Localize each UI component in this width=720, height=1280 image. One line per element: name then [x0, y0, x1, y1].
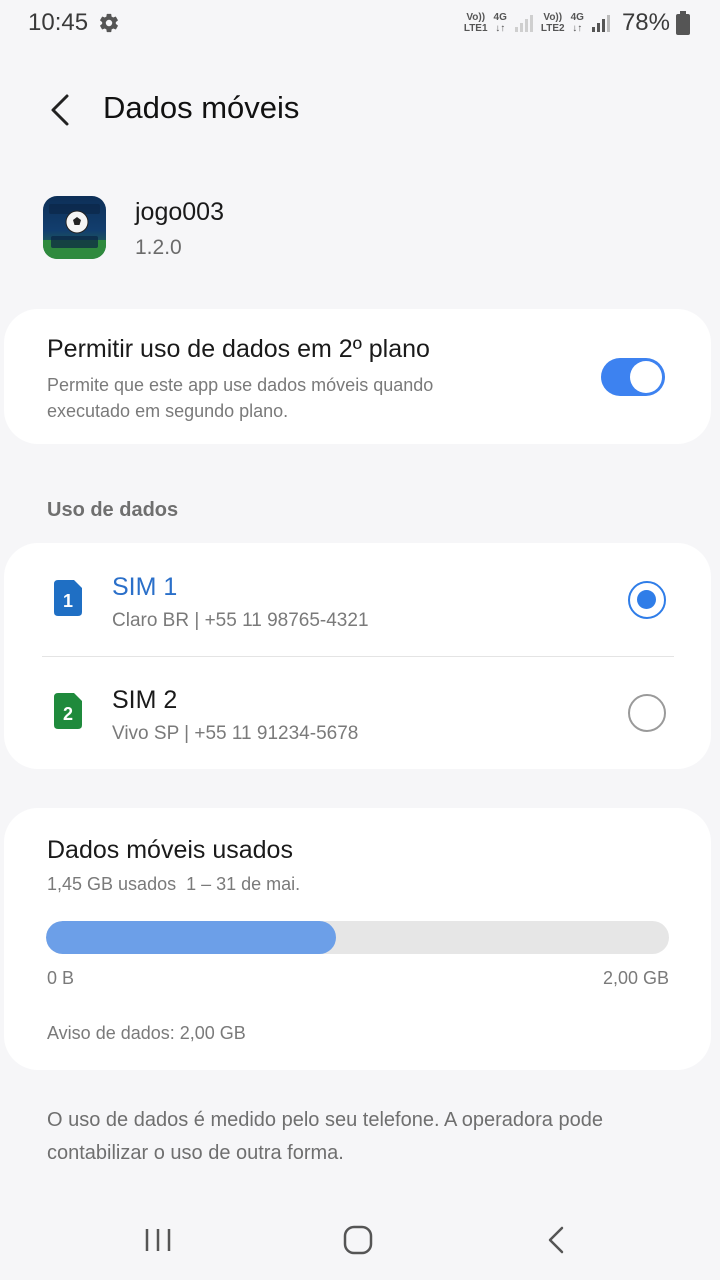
data-usage-card[interactable]: Dados móveis usados 1,45 GB usados 1 – 3… [4, 808, 711, 1070]
background-data-title: Permitir uso de dados em 2º plano [47, 335, 430, 363]
sim-details: Vivo SP | +55 11 91234-5678 [112, 723, 359, 744]
app-bar: Dados móveis [0, 80, 720, 140]
data-warning-label: Aviso de dados: 2,00 GB [47, 1023, 246, 1043]
battery-percentage: 78% [621, 9, 670, 36]
sim2-network-indicator: 4G ↓↑ [570, 12, 584, 34]
home-icon [343, 1225, 373, 1255]
sim-name: SIM 1 [112, 573, 178, 601]
sim-2-radio[interactable] [628, 694, 666, 732]
app-name: jogo003 [135, 198, 224, 226]
sim2-volte-indicator: Vo)) LTE2 [540, 12, 565, 34]
app-version: 1.2.0 [135, 236, 182, 259]
app-icon [43, 196, 106, 259]
sim-details: Claro BR | +55 11 98765-4321 [112, 610, 369, 631]
signal-strong-icon [591, 15, 610, 32]
usage-min-label: 0 B [47, 968, 75, 988]
sim-card-icon: 1 [54, 580, 82, 616]
background-data-card[interactable]: Permitir uso de dados em 2º plano Permit… [4, 309, 711, 444]
back-icon [548, 1226, 564, 1254]
app-info: jogo003 1.2.0 [43, 196, 683, 266]
sim-1-radio[interactable] [628, 581, 666, 619]
sim-name: SIM 2 [112, 686, 178, 714]
background-data-description: Permite que este app use dados móveis qu… [47, 375, 434, 421]
chevron-left-icon [51, 94, 69, 126]
sim1-volte-indicator: Vo)) LTE1 [463, 12, 488, 34]
signal-weak-icon [514, 15, 533, 32]
usage-period: 1 – 31 de mai. [186, 874, 301, 894]
usage-amount: 1,45 GB usados [47, 874, 177, 894]
svg-text:1: 1 [63, 591, 73, 611]
gear-icon [100, 13, 118, 33]
section-label-data-usage: Uso de dados [47, 499, 179, 521]
background-data-toggle[interactable] [601, 358, 665, 396]
navigation-bar [0, 1208, 720, 1272]
status-time: 10:45 [28, 9, 89, 36]
sim-option-1[interactable]: 1 SIM 1 Claro BR | +55 11 98765-4321 [4, 543, 711, 656]
battery-icon [676, 11, 690, 35]
usage-max-label: 2,00 GB [602, 968, 669, 988]
sim-card-icon: 2 [54, 693, 82, 729]
toggle-knob [630, 361, 662, 393]
page-title: Dados móveis [103, 90, 300, 125]
recent-apps-button[interactable] [136, 1218, 180, 1262]
usage-progress-fill [46, 921, 336, 954]
sim-option-2[interactable]: 2 SIM 2 Vivo SP | +55 11 91234-5678 [4, 656, 711, 769]
soccer-ball-icon [43, 204, 106, 259]
sim1-network-indicator: 4G ↓↑ [493, 12, 507, 34]
back-nav-button[interactable] [534, 1218, 578, 1262]
status-indicators: Vo)) LTE1 4G ↓↑ Vo)) LTE2 4G ↓↑ 78% [464, 9, 690, 37]
usage-title: Dados móveis usados [47, 836, 293, 864]
svg-text:2: 2 [63, 704, 73, 724]
usage-progress-bar [46, 921, 669, 954]
status-bar: 10:45 Vo)) LTE1 4G ↓↑ Vo)) LTE2 4G ↓↑ 78… [0, 0, 720, 46]
usage-summary: 1,45 GB usados 1 – 31 de mai. [47, 874, 300, 895]
home-button[interactable] [336, 1218, 380, 1262]
footer-note: O uso de dados é medido pelo seu telefon… [47, 1109, 603, 1164]
back-button[interactable] [40, 90, 80, 130]
sim-selection-card: 1 SIM 1 Claro BR | +55 11 98765-4321 2 S… [4, 543, 711, 769]
recent-apps-icon [145, 1229, 171, 1251]
